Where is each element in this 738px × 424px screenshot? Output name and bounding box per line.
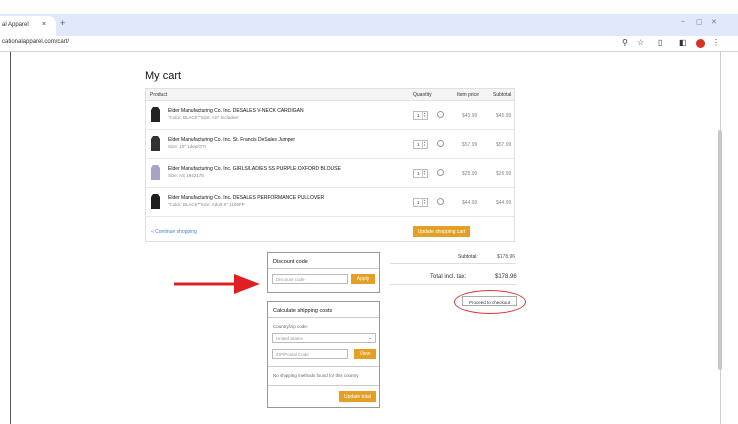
header-subtotal: Subtotal (493, 92, 512, 98)
product-thumbnail[interactable] (150, 106, 161, 123)
product-thumbnail[interactable] (150, 135, 161, 152)
url-text[interactable]: cationalapparel.com/cart/ (2, 39, 69, 45)
quantity-input[interactable]: 1 ▴ ▾ (413, 111, 428, 120)
maximize-icon[interactable]: ▢ (696, 18, 703, 26)
cart-row: Elder Manufacturing Co. Inc. GIRLS/LADIE… (146, 159, 514, 188)
item-price: $57.99 (462, 142, 478, 148)
arrow-head (234, 274, 260, 294)
quantity-input[interactable]: 1 ▴ ▾ (413, 169, 428, 178)
scrollbar-thumb[interactable] (718, 130, 722, 370)
divider (268, 268, 379, 269)
quantity-value: 1 (417, 113, 420, 118)
update-total-button[interactable]: Update total (339, 391, 376, 402)
new-tab-icon[interactable]: + (60, 18, 65, 28)
subtotal-value: $178.96 (497, 254, 516, 260)
view-shipping-button[interactable]: View (354, 349, 376, 359)
product-thumbnail[interactable] (150, 164, 161, 181)
garment-shape (151, 194, 160, 209)
quantity-stepper[interactable]: ▴ ▾ (422, 170, 426, 177)
product-name[interactable]: Elder Manufacturing Co. Inc. DESALES V-N… (168, 108, 304, 114)
total-value: $178.96 (495, 274, 517, 280)
chevron-down-icon: ⌄ (368, 335, 372, 340)
profile-icon[interactable] (696, 39, 705, 48)
address-bar[interactable]: cationalapparel.com/cart/ ⚲ ☆ ▯ ◧ ⋮ (0, 36, 738, 52)
apply-discount-button[interactable]: Apply (351, 274, 375, 284)
divider (268, 385, 379, 386)
cart-table: Product Quantity Item price Subtotal Eld… (145, 88, 515, 242)
cart-row: Elder Manufacturing Co. Inc. St. Francis… (146, 130, 514, 159)
browser-tab[interactable]: al Apparel × (0, 16, 56, 36)
divider (268, 317, 379, 318)
quantity-input[interactable]: 1 ▴ ▾ (413, 140, 428, 149)
sidepanel-icon[interactable]: ◧ (679, 38, 687, 47)
product-name[interactable]: Elder Manufacturing Co. Inc. St. Francis… (168, 137, 295, 143)
annotation-circle (454, 290, 526, 314)
quantity-value: 1 (417, 200, 420, 205)
quantity-stepper[interactable]: ▴ ▾ (422, 141, 426, 148)
remove-item-icon[interactable] (437, 111, 444, 118)
garment-shape (151, 165, 160, 180)
item-subtotal: $25.99 (496, 171, 512, 177)
remove-item-icon[interactable] (437, 169, 444, 176)
discount-title: Discount code (273, 259, 308, 265)
header-item-price: Item price (457, 92, 479, 98)
product-name[interactable]: Elder Manufacturing Co. Inc. DESALES PER… (168, 195, 324, 201)
item-subtotal: $44.99 (496, 200, 512, 206)
page-title: My cart (145, 70, 182, 82)
quantity-stepper[interactable]: ▴ ▾ (422, 199, 426, 206)
divider (268, 366, 379, 367)
header-product: Product (150, 92, 168, 98)
update-cart-button[interactable]: Update shopping cart (413, 226, 470, 237)
quantity-stepper[interactable]: ▴ ▾ (422, 112, 426, 119)
item-subtotal: $57.99 (496, 142, 512, 148)
product-thumbnail[interactable] (150, 193, 161, 210)
cart-row: Elder Manufacturing Co. Inc. DESALES V-N… (146, 101, 514, 130)
quantity-value: 1 (417, 142, 420, 147)
country-label: Country/zip code: (273, 324, 309, 329)
product-meta: "Color: BLACK""Size: AS" Includes! (168, 115, 239, 120)
garment-shape (151, 107, 160, 122)
window-left-border (10, 52, 11, 424)
country-select[interactable]: United States ⌄ (272, 333, 376, 343)
close-window-icon[interactable]: ✕ (711, 18, 717, 26)
discount-panel: Discount code Discount code Apply (267, 252, 380, 293)
remove-item-icon[interactable] (437, 198, 444, 205)
item-price: $45.99 (462, 113, 478, 119)
garment-shape (151, 136, 160, 151)
tab-title: al Apparel (2, 22, 29, 28)
continue-shopping-link[interactable]: « Continue shopping (151, 229, 197, 235)
quantity-value: 1 (417, 171, 420, 176)
cart-row: Elder Manufacturing Co. Inc. DESALES PER… (146, 188, 514, 217)
extensions-icon[interactable]: ▯ (658, 38, 662, 47)
country-value: United States (276, 336, 304, 341)
product-meta: Size: 10" 1dep/OTI (168, 144, 206, 149)
subtotal-label: Subtotal: (458, 254, 478, 260)
totals-divider (390, 284, 516, 285)
tab-close-icon[interactable]: × (42, 21, 46, 28)
product-meta: Size: AS 1942178 (168, 173, 204, 178)
shipping-title: Calculate shipping costs (273, 308, 333, 314)
product-meta: "Color: BLACK""Size: Adult S" 1106FP (168, 202, 245, 207)
item-price: $44.99 (462, 200, 478, 206)
totals-divider (390, 263, 516, 264)
discount-code-input[interactable]: Discount code (272, 274, 348, 284)
minimize-icon[interactable]: – (681, 18, 685, 25)
menu-icon[interactable]: ⋮ (712, 38, 720, 47)
product-name[interactable]: Elder Manufacturing Co. Inc. GIRLS/LADIE… (168, 166, 341, 172)
header-quantity: Quantity (413, 92, 432, 98)
cart-table-header: Product Quantity Item price Subtotal (146, 89, 514, 101)
annotation-arrow (174, 274, 260, 294)
item-subtotal: $45.99 (496, 113, 512, 119)
total-label: Total incl. tax: (430, 274, 467, 280)
quantity-input[interactable]: 1 ▴ ▾ (413, 198, 428, 207)
shipping-panel: Calculate shipping costs Country/zip cod… (267, 301, 380, 408)
browser-tabstrip (0, 14, 738, 36)
screenshot-frame: al Apparel × + – ▢ ✕ cationalapparel.com… (0, 0, 738, 424)
star-icon[interactable]: ☆ (637, 38, 644, 47)
item-price: $25.99 (462, 171, 478, 177)
zip-input[interactable]: ZIP/Postal Code (272, 349, 348, 359)
remove-item-icon[interactable] (437, 140, 444, 147)
zoom-icon[interactable]: ⚲ (622, 38, 628, 47)
no-shipping-message: No shipping methods found for this count… (273, 373, 359, 378)
